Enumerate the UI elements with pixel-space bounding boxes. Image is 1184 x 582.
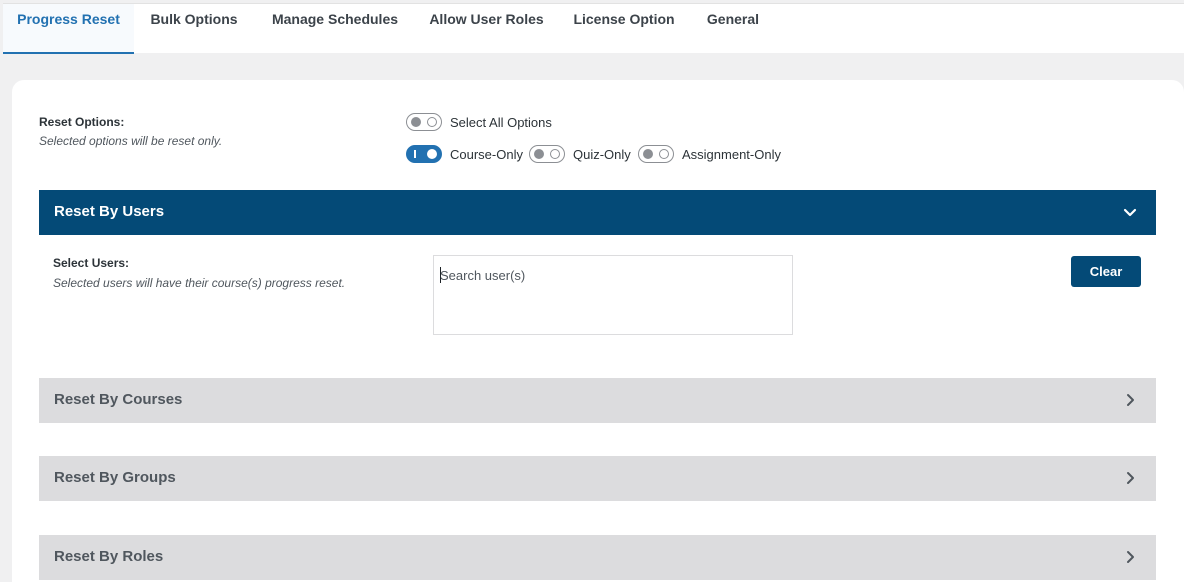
chevron-right-icon <box>1127 551 1134 563</box>
reset-options-description: Selected options will be reset only. <box>39 134 223 148</box>
select-users-title: Select Users: <box>53 256 130 270</box>
tab-progress-reset[interactable]: Progress Reset <box>3 4 134 54</box>
toggle-off-mark <box>427 117 437 127</box>
tab-license-option[interactable]: License Option <box>568 4 680 54</box>
reset-by-groups-header[interactable]: Reset By Groups <box>39 456 1156 501</box>
toggle-knob <box>534 149 544 159</box>
settings-tab-bar: Progress Reset Bulk Options Manage Sched… <box>3 3 1184 54</box>
reset-by-users-title: Reset By Users <box>54 203 165 220</box>
tab-manage-schedules[interactable]: Manage Schedules <box>265 4 405 54</box>
reset-by-groups-title: Reset By Groups <box>54 469 176 486</box>
clear-button[interactable]: Clear <box>1071 256 1141 287</box>
tab-allow-user-roles[interactable]: Allow User Roles <box>424 4 549 54</box>
reset-by-roles-title: Reset By Roles <box>54 548 164 565</box>
toggle-on-mark <box>414 150 416 158</box>
toggle-off-mark <box>550 149 560 159</box>
course-only-toggle[interactable] <box>406 145 442 163</box>
reset-by-roles-header[interactable]: Reset By Roles <box>39 535 1156 580</box>
select-all-label: Select All Options <box>450 115 552 130</box>
reset-by-courses-header[interactable]: Reset By Courses <box>39 378 1156 423</box>
course-only-label: Course-Only <box>450 147 523 162</box>
reset-by-users-header[interactable]: Reset By Users <box>39 190 1156 235</box>
reset-by-courses-title: Reset By Courses <box>54 391 183 408</box>
chevron-down-icon <box>1123 208 1137 217</box>
quiz-only-toggle[interactable] <box>529 145 565 163</box>
select-users-description: Selected users will have their course(s)… <box>53 276 346 290</box>
chevron-right-icon <box>1127 472 1134 484</box>
assignment-only-label: Assignment-Only <box>682 147 781 162</box>
quiz-only-label: Quiz-Only <box>573 147 631 162</box>
select-all-toggle[interactable] <box>406 113 442 131</box>
toggle-knob <box>643 149 653 159</box>
toggle-knob <box>411 117 421 127</box>
chevron-right-icon <box>1127 394 1134 406</box>
tab-general[interactable]: General <box>700 4 766 54</box>
assignment-only-toggle[interactable] <box>638 145 674 163</box>
user-search-input[interactable]: Search user(s) <box>433 255 793 335</box>
toggle-off-mark <box>659 149 669 159</box>
tab-bulk-options[interactable]: Bulk Options <box>144 4 244 54</box>
toggle-knob <box>427 149 437 159</box>
reset-options-title: Reset Options: <box>39 115 125 129</box>
text-cursor <box>440 267 441 283</box>
user-search-placeholder: Search user(s) <box>440 268 526 283</box>
